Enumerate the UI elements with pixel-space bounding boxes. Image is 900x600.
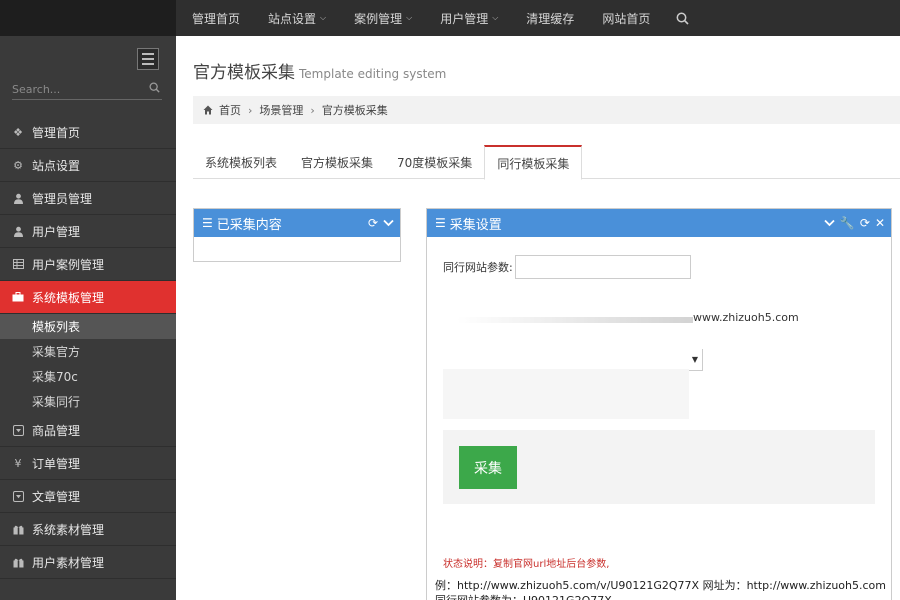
collect-settings-panel-header: ☰ 采集设置 🔧 ⟳ ✕ [427,209,891,237]
peer-site-param-row: 同行网站参数: [443,255,691,279]
collect-action-box: 采集 [443,430,875,504]
blurred-select[interactable]: ▼ [443,349,703,371]
main-content: 官方模板采集 Template editing system 首页 › 场景管理 … [176,36,900,600]
topnav-users[interactable]: 用户管理 ⌵ [426,0,512,36]
sidebar-item-users[interactable]: 用户管理 [0,215,176,248]
tab-system-template-list[interactable]: 系统模板列表 [193,145,289,179]
caret-down-icon: ▼ [691,355,698,364]
page-title: 官方模板采集 Template editing system [193,63,447,83]
collected-content-panel: ☰ 已采集内容 ⟳ [193,208,401,262]
example-text: 例：http://www.zhizuoh5.com/v/U90121G2Q77X… [435,579,886,600]
sidebar-item-admins[interactable]: 管理员管理 [0,182,176,215]
sidebar-item-system-templates[interactable]: 系统模板管理 [0,281,182,314]
breadcrumb-scene-management[interactable]: 场景管理 [259,102,303,118]
table-icon [12,258,24,270]
menu-bar-icon [142,63,154,65]
chevron-down-icon: ⌵ [320,13,327,22]
chevron-right-icon: › [248,103,253,117]
caret-square-icon [12,424,24,436]
collected-content-panel-header: ☰ 已采集内容 ⟳ [194,209,400,237]
watermark-text: www.zhizuoh5.com [693,311,799,324]
chevron-down-icon: ⌵ [492,13,499,22]
sidebar-toggle-button[interactable] [137,48,159,70]
brand-area [0,0,176,36]
status-note: 状态说明：复制官网url地址后台参数, [443,559,610,570]
sidebar-search [12,80,162,100]
tab-official-template-collect[interactable]: 官方模板采集 [289,145,385,179]
gift-icon [12,556,24,568]
close-icon[interactable]: ✕ [875,216,885,230]
breadcrumb-home[interactable]: 首页 [219,102,241,118]
sidebar-item-system-assets[interactable]: 系统素材管理 [0,513,176,546]
breadcrumb-current: 官方模板采集 [321,104,388,117]
sidebar-item-user-assets[interactable]: 用户素材管理 [0,546,176,579]
top-bar: 管理首页 站点设置 ⌵ 案例管理 ⌵ 用户管理 ⌵ 清理缓存 网站首页 [0,0,900,36]
menu-bar-icon [142,58,154,60]
sidebar-search-input[interactable] [12,80,137,98]
menu-bar-icon [142,53,154,55]
watermark-smudge [457,317,693,323]
chevron-down-icon[interactable] [824,219,835,227]
topnav-clear-cache[interactable]: 清理缓存 [512,0,588,36]
list-icon: ☰ [435,216,446,230]
sidebar-subitem-collect-official[interactable]: 采集官方 [0,339,176,364]
topnav-search-button[interactable] [664,0,701,36]
home-icon [203,105,213,115]
blurred-area [443,369,689,419]
sidebar-subitem-collect-peer[interactable]: 采集同行 [0,389,176,414]
user-icon [12,192,24,204]
topnav-site-settings[interactable]: 站点设置 ⌵ [254,0,340,36]
top-nav: 管理首页 站点设置 ⌵ 案例管理 ⌵ 用户管理 ⌵ 清理缓存 网站首页 [178,0,701,36]
search-icon[interactable] [149,82,160,93]
briefcase-icon [12,291,24,303]
yen-icon: ¥ [14,456,22,470]
topnav-home[interactable]: 管理首页 [178,0,254,36]
peer-site-param-input[interactable] [514,255,691,279]
sidebar-subitem-collect-70c[interactable]: 采集70c [0,364,176,389]
collect-settings-panel: ☰ 采集设置 🔧 ⟳ ✕ 同行网站参数: www.zhizuoh5.com ▼ … [426,208,892,600]
dashboard-icon: ❖ [13,125,23,139]
tab-peer-template-collect[interactable]: 同行模板采集 [484,145,583,180]
tab-70-template-collect[interactable]: 70度模板采集 [385,145,484,179]
sidebar-item-articles[interactable]: 文章管理 [0,480,176,513]
template-tabs: 系统模板列表 官方模板采集 70度模板采集 同行模板采集 [193,145,900,180]
collect-button[interactable]: 采集 [459,446,517,489]
chevron-down-icon[interactable] [383,219,394,227]
chevron-right-icon: › [310,103,315,117]
user-icon [12,225,24,237]
cogs-icon: ⚙ [13,158,23,172]
sidebar-subitem-template-list[interactable]: 模板列表 [0,314,176,339]
panel-tools: ⟳ [368,209,394,237]
chevron-down-icon: ⌵ [406,13,413,22]
sidebar-menu: ❖ 管理首页 ⚙ 站点设置 管理员管理 用户管理 用户案例管理 系统模板管理 模板列… [0,116,182,579]
refresh-icon[interactable]: ⟳ [860,216,870,230]
sidebar-submenu-templates: 模板列表 采集官方 采集70c 采集同行 [0,314,176,414]
sidebar-item-orders[interactable]: ¥ 订单管理 [0,447,176,480]
topnav-cases[interactable]: 案例管理 ⌵ [340,0,426,36]
page-subtitle: Template editing system [299,67,447,81]
sidebar-item-home[interactable]: ❖ 管理首页 [0,116,176,149]
caret-square-icon [12,490,24,502]
peer-site-param-label: 同行网站参数: [443,261,513,274]
search-icon [676,12,689,25]
list-icon: ☰ [202,216,213,230]
refresh-icon[interactable]: ⟳ [368,216,378,230]
gift-icon [12,523,24,535]
sidebar-item-products[interactable]: 商品管理 [0,414,176,447]
sidebar-item-site-settings[interactable]: ⚙ 站点设置 [0,149,176,182]
topnav-site-home[interactable]: 网站首页 [588,0,664,36]
sidebar: ❖管理首页 ⚙站点设置 管理员管理 用户管理 用户案例管理 系统模板管理 模板列… [0,36,182,600]
wrench-icon[interactable]: 🔧 [840,216,855,230]
breadcrumb: 首页 › 场景管理 › 官方模板采集 [193,96,900,124]
panel-tools: 🔧 ⟳ ✕ [824,209,885,237]
sidebar-item-user-cases[interactable]: 用户案例管理 [0,248,176,281]
